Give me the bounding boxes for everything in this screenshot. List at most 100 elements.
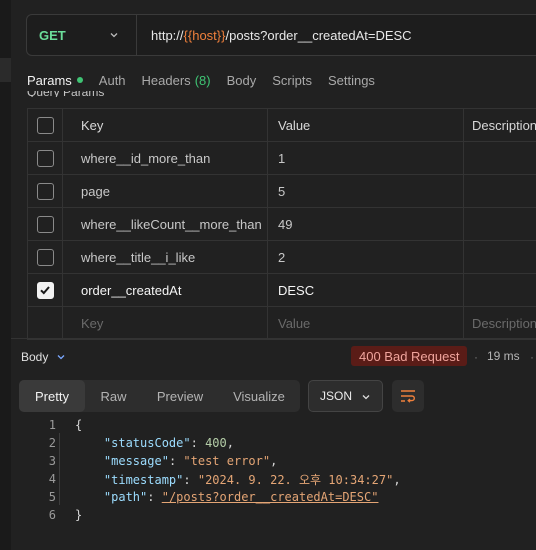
select-all-cell[interactable] bbox=[27, 109, 63, 141]
param-description[interactable] bbox=[464, 142, 536, 174]
param-key[interactable]: order__createdAt bbox=[63, 274, 268, 306]
tab-scripts-label: Scripts bbox=[272, 72, 312, 88]
tab-params[interactable]: Params bbox=[27, 73, 83, 88]
param-value[interactable]: 1 bbox=[268, 142, 464, 174]
column-header-value: Value bbox=[268, 109, 464, 141]
param-value[interactable]: DESC bbox=[268, 274, 464, 306]
code-line: 5 "path": "/posts?order__createdAt=DESC" bbox=[20, 488, 536, 506]
param-description[interactable] bbox=[464, 208, 536, 240]
json-string: "2024. 9. 22. 오후 10:34:27" bbox=[197, 472, 394, 487]
code-text: "timestamp": "2024. 9. 22. 오후 10:34:27", bbox=[103, 472, 401, 487]
panel-divider[interactable] bbox=[11, 338, 536, 339]
table-row: order__createdAt DESC bbox=[27, 274, 536, 307]
json-key: "statusCode" bbox=[103, 436, 191, 450]
code-line: 2 "statusCode": 400, bbox=[20, 434, 536, 452]
json-link[interactable]: "/posts?order__createdAt=DESC" bbox=[162, 490, 379, 504]
code-text: "path": "/posts?order__createdAt=DESC" bbox=[103, 490, 379, 504]
tab-visualize[interactable]: Visualize bbox=[218, 380, 300, 412]
url-suffix: /posts?order__createdAt=DESC bbox=[225, 27, 412, 43]
wrap-lines-icon bbox=[401, 390, 415, 403]
response-code[interactable]: 1 { 2 "statusCode": 400, 3 "message": "t… bbox=[20, 416, 536, 524]
code-line: 3 "message": "test error", bbox=[20, 452, 536, 470]
json-key: "timestamp" bbox=[103, 472, 184, 487]
brace-close: } bbox=[75, 508, 83, 522]
table-header-row: Key Value Description bbox=[27, 109, 536, 142]
method-label: GET bbox=[39, 27, 66, 43]
request-tabs: Params Auth Headers (8) Body Scripts Sett… bbox=[27, 70, 391, 90]
tab-auth[interactable]: Auth bbox=[99, 73, 126, 88]
new-value-input[interactable]: Value bbox=[268, 307, 464, 339]
row-checkbox[interactable] bbox=[36, 182, 54, 200]
url-variable: {{host}} bbox=[183, 27, 226, 43]
query-params-title: Query Params bbox=[27, 91, 117, 97]
row-checkbox[interactable] bbox=[36, 149, 54, 167]
param-key[interactable]: where__id_more_than bbox=[63, 142, 268, 174]
active-dot-icon bbox=[76, 77, 83, 83]
params-table: Key Value Description where__id_more_tha… bbox=[27, 108, 536, 340]
headers-count: (8) bbox=[194, 72, 211, 88]
param-description[interactable] bbox=[464, 274, 536, 306]
row-check-cell[interactable] bbox=[27, 142, 63, 174]
row-check-cell[interactable] bbox=[27, 208, 63, 240]
param-value[interactable]: 2 bbox=[268, 241, 464, 273]
row-check-cell[interactable] bbox=[27, 274, 63, 306]
wrap-lines-button[interactable] bbox=[392, 380, 424, 412]
code-text: "message": "test error", bbox=[103, 454, 278, 468]
response-body-label: Body bbox=[21, 350, 49, 364]
chevron-down-icon bbox=[362, 395, 370, 400]
tab-settings[interactable]: Settings bbox=[328, 73, 375, 88]
method-select[interactable]: GET bbox=[27, 15, 137, 55]
new-description-input[interactable]: Description bbox=[464, 307, 536, 339]
row-checkbox[interactable] bbox=[36, 248, 54, 266]
table-row: where__title__i_like 2 bbox=[27, 241, 536, 274]
status-badge[interactable]: 400 Bad Request bbox=[351, 346, 468, 366]
response-view-tabs: Pretty Raw Preview Visualize bbox=[19, 380, 300, 412]
new-key-input[interactable]: Key bbox=[63, 307, 268, 339]
row-check-cell[interactable] bbox=[27, 175, 63, 207]
format-select[interactable]: JSON bbox=[308, 380, 383, 412]
param-value[interactable]: 5 bbox=[268, 175, 464, 207]
table-row-new: Key Value Description bbox=[27, 307, 536, 340]
row-checkbox[interactable] bbox=[36, 215, 54, 233]
json-key: "path" bbox=[103, 490, 148, 504]
response-body-dropdown[interactable]: Body bbox=[21, 350, 66, 364]
code-line: 1 { bbox=[20, 416, 536, 434]
param-description[interactable] bbox=[464, 241, 536, 273]
param-description[interactable] bbox=[464, 175, 536, 207]
chevron-down-icon bbox=[110, 33, 118, 38]
select-all-checkbox[interactable] bbox=[36, 116, 54, 134]
code-line: 4 "timestamp": "2024. 9. 22. 오후 10:34:27… bbox=[20, 470, 536, 488]
tab-scripts[interactable]: Scripts bbox=[272, 73, 312, 88]
table-row: where__likeCount__more_than 49 bbox=[27, 208, 536, 241]
code-line: 6 } bbox=[20, 506, 536, 524]
param-key[interactable]: page bbox=[63, 175, 268, 207]
tab-preview[interactable]: Preview bbox=[142, 380, 218, 412]
row-check-cell[interactable] bbox=[27, 241, 63, 273]
json-key: "message" bbox=[103, 454, 169, 468]
response-time[interactable]: 19 ms bbox=[487, 349, 520, 363]
line-number: 2 bbox=[48, 436, 56, 450]
format-label: JSON bbox=[320, 389, 353, 403]
tab-body[interactable]: Body bbox=[227, 73, 257, 88]
json-string: "test error" bbox=[183, 454, 271, 468]
code-text: } bbox=[75, 508, 82, 522]
checkmark-icon bbox=[40, 286, 50, 295]
json-number: 400 bbox=[205, 436, 227, 450]
param-key[interactable]: where__likeCount__more_than bbox=[63, 208, 268, 240]
row-checkbox-checked[interactable] bbox=[36, 281, 54, 299]
tab-pretty[interactable]: Pretty bbox=[19, 380, 85, 412]
param-key[interactable]: where__title__i_like bbox=[63, 241, 268, 273]
tab-settings-label: Settings bbox=[327, 72, 375, 88]
tab-headers[interactable]: Headers (8) bbox=[142, 73, 211, 88]
separator-dot: · bbox=[474, 350, 478, 364]
param-value[interactable]: 49 bbox=[268, 208, 464, 240]
tab-headers-label: Headers bbox=[141, 72, 191, 88]
url-input[interactable]: http://{{host}}/posts?order__createdAt=D… bbox=[137, 28, 412, 43]
code-text: { bbox=[75, 418, 82, 432]
tab-raw[interactable]: Raw bbox=[85, 380, 142, 412]
sidebar-highlight bbox=[0, 58, 11, 82]
line-number: 3 bbox=[48, 454, 56, 468]
url-prefix: http:// bbox=[151, 27, 184, 43]
table-row: where__id_more_than 1 bbox=[27, 142, 536, 175]
brace-open: { bbox=[75, 418, 83, 432]
